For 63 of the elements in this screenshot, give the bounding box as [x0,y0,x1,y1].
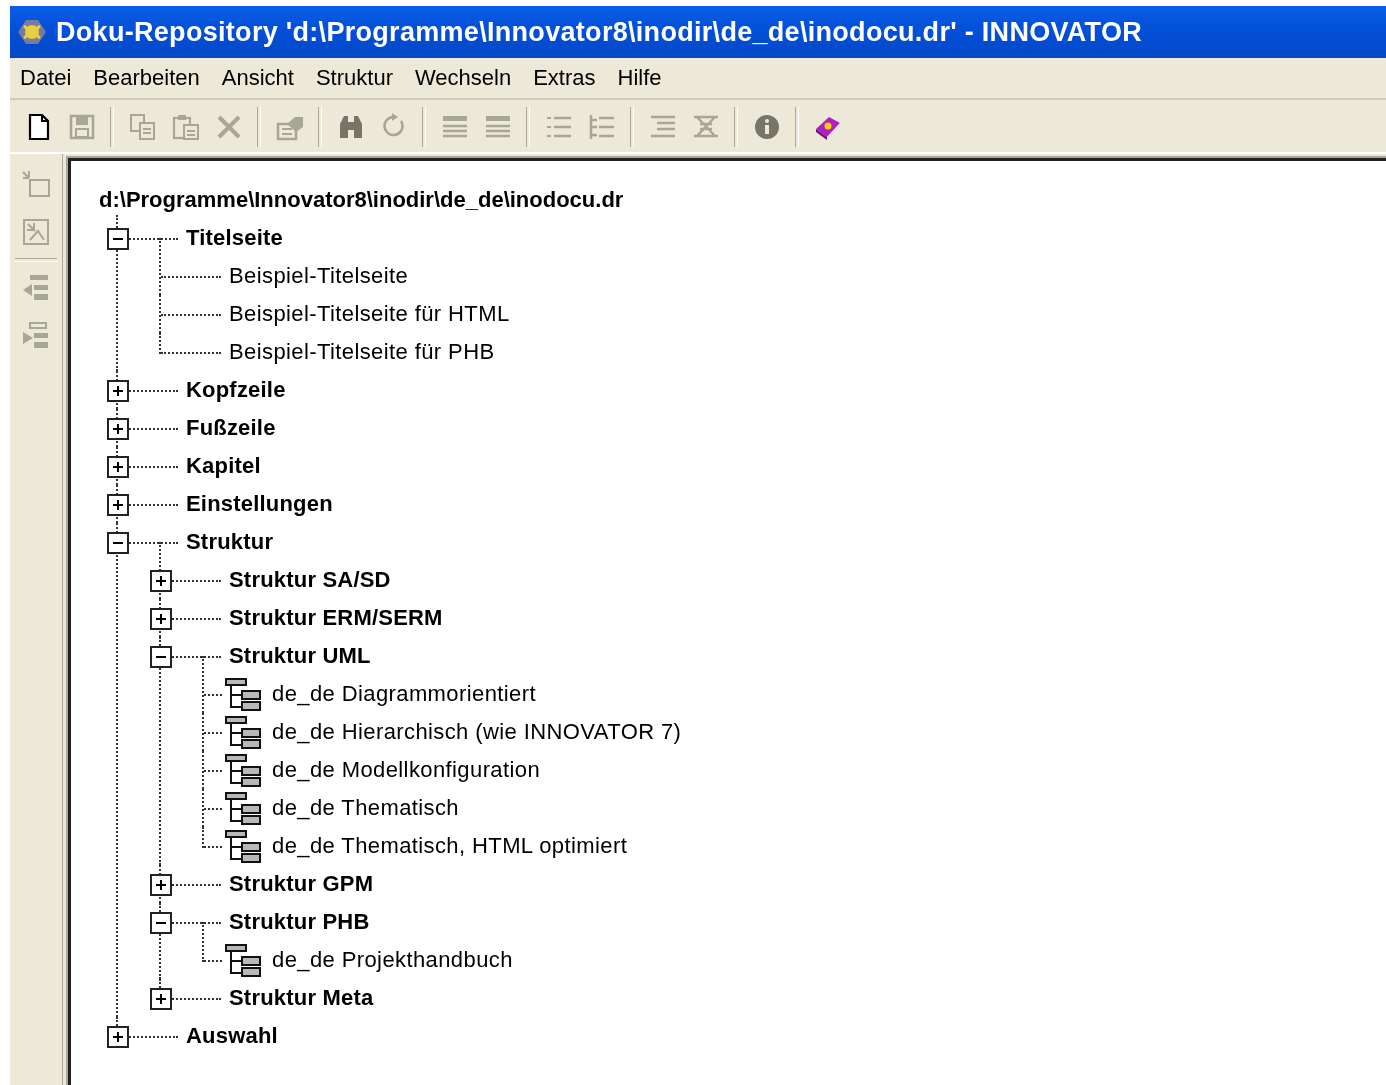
plus-icon [111,498,125,512]
plus-icon [111,384,125,398]
menu-item[interactable]: Datei [12,65,84,91]
info-icon [752,112,782,142]
tree-item[interactable]: Fußzeile [186,415,276,441]
collapse-button[interactable] [150,912,172,934]
tree-item[interactable]: Struktur ERM/SERM [229,605,443,631]
structure-icon [224,714,264,750]
tree-item[interactable]: Struktur GPM [229,871,374,897]
paste-icon [171,112,201,142]
menu-item[interactable]: Hilfe [609,65,674,91]
tree-item[interactable]: Auswahl [186,1023,278,1049]
collapse-button[interactable] [150,646,172,668]
structure-icon [224,942,264,978]
expand-button[interactable] [107,494,129,516]
expand-button[interactable] [150,570,172,592]
plus-icon [154,574,168,588]
menu-item[interactable]: Struktur [307,65,405,91]
tree-item[interactable]: de_de Projekthandbuch [272,947,513,973]
tree-root[interactable]: d:\Programme\Innovator8\inodir\de_de\inodocu.dr [99,181,624,219]
expand-button[interactable] [150,874,172,896]
tree-item[interactable]: de_de Thematisch [272,795,459,821]
expand-button[interactable] [107,456,129,478]
tree-item[interactable]: Struktur [186,529,274,555]
menu-item[interactable]: Bearbeiten [85,65,212,91]
plus-icon [111,422,125,436]
structure-icon [224,676,264,712]
tree-item[interactable]: Struktur SA/SD [229,567,391,593]
tree-item[interactable]: de_de Diagrammorientiert [272,681,536,707]
tree-item[interactable]: de_de Thematisch, HTML optimiert [272,833,628,859]
tree-item[interactable]: Titelseite [186,225,283,251]
copy-icon [128,112,158,142]
tree-item[interactable]: Beispiel-Titelseite für HTML [229,301,510,327]
tree-item[interactable]: de_de Modellkonfiguration [272,757,541,783]
tree-item[interactable]: Beispiel-Titelseite [229,263,409,289]
tree-item[interactable]: Struktur PHB [229,909,370,935]
menu-item[interactable]: Wechseln [406,65,524,91]
plus-icon [111,460,125,474]
structure-icon [224,790,264,826]
save-icon [67,112,97,142]
tree-item[interactable]: Einstellungen [186,491,333,517]
tree-item[interactable]: Beispiel-Titelseite für PHB [229,339,495,365]
tree-item[interactable]: Kopfzeile [186,377,286,403]
expand-button[interactable] [107,418,129,440]
tree-item[interactable]: Struktur Meta [229,985,374,1011]
collapse-button[interactable] [107,532,129,554]
plus-icon [154,992,168,1006]
plus-icon [154,878,168,892]
menu-item[interactable]: Ansicht [213,65,306,91]
plus-icon [154,612,168,626]
expand-button[interactable] [107,380,129,402]
expand-button[interactable] [150,608,172,630]
menu-item[interactable]: Extras [525,65,608,91]
plus-icon [111,1030,125,1044]
window-title: Doku-Repository 'd:\Programme\Innovator8\inodir\de_de\inodocu.dr' - INNOVATOR [56,16,1143,48]
structure-icon [224,752,264,788]
tree-item[interactable]: Struktur UML [229,643,371,669]
collapse-button[interactable] [107,228,129,250]
structure-icon [224,828,264,864]
tree-item[interactable]: Kapitel [186,453,261,479]
tree-item[interactable]: de_de Hierarchisch (wie INNOVATOR 7) [272,719,682,745]
expand-button[interactable] [107,1026,129,1048]
expand-button[interactable] [150,988,172,1010]
